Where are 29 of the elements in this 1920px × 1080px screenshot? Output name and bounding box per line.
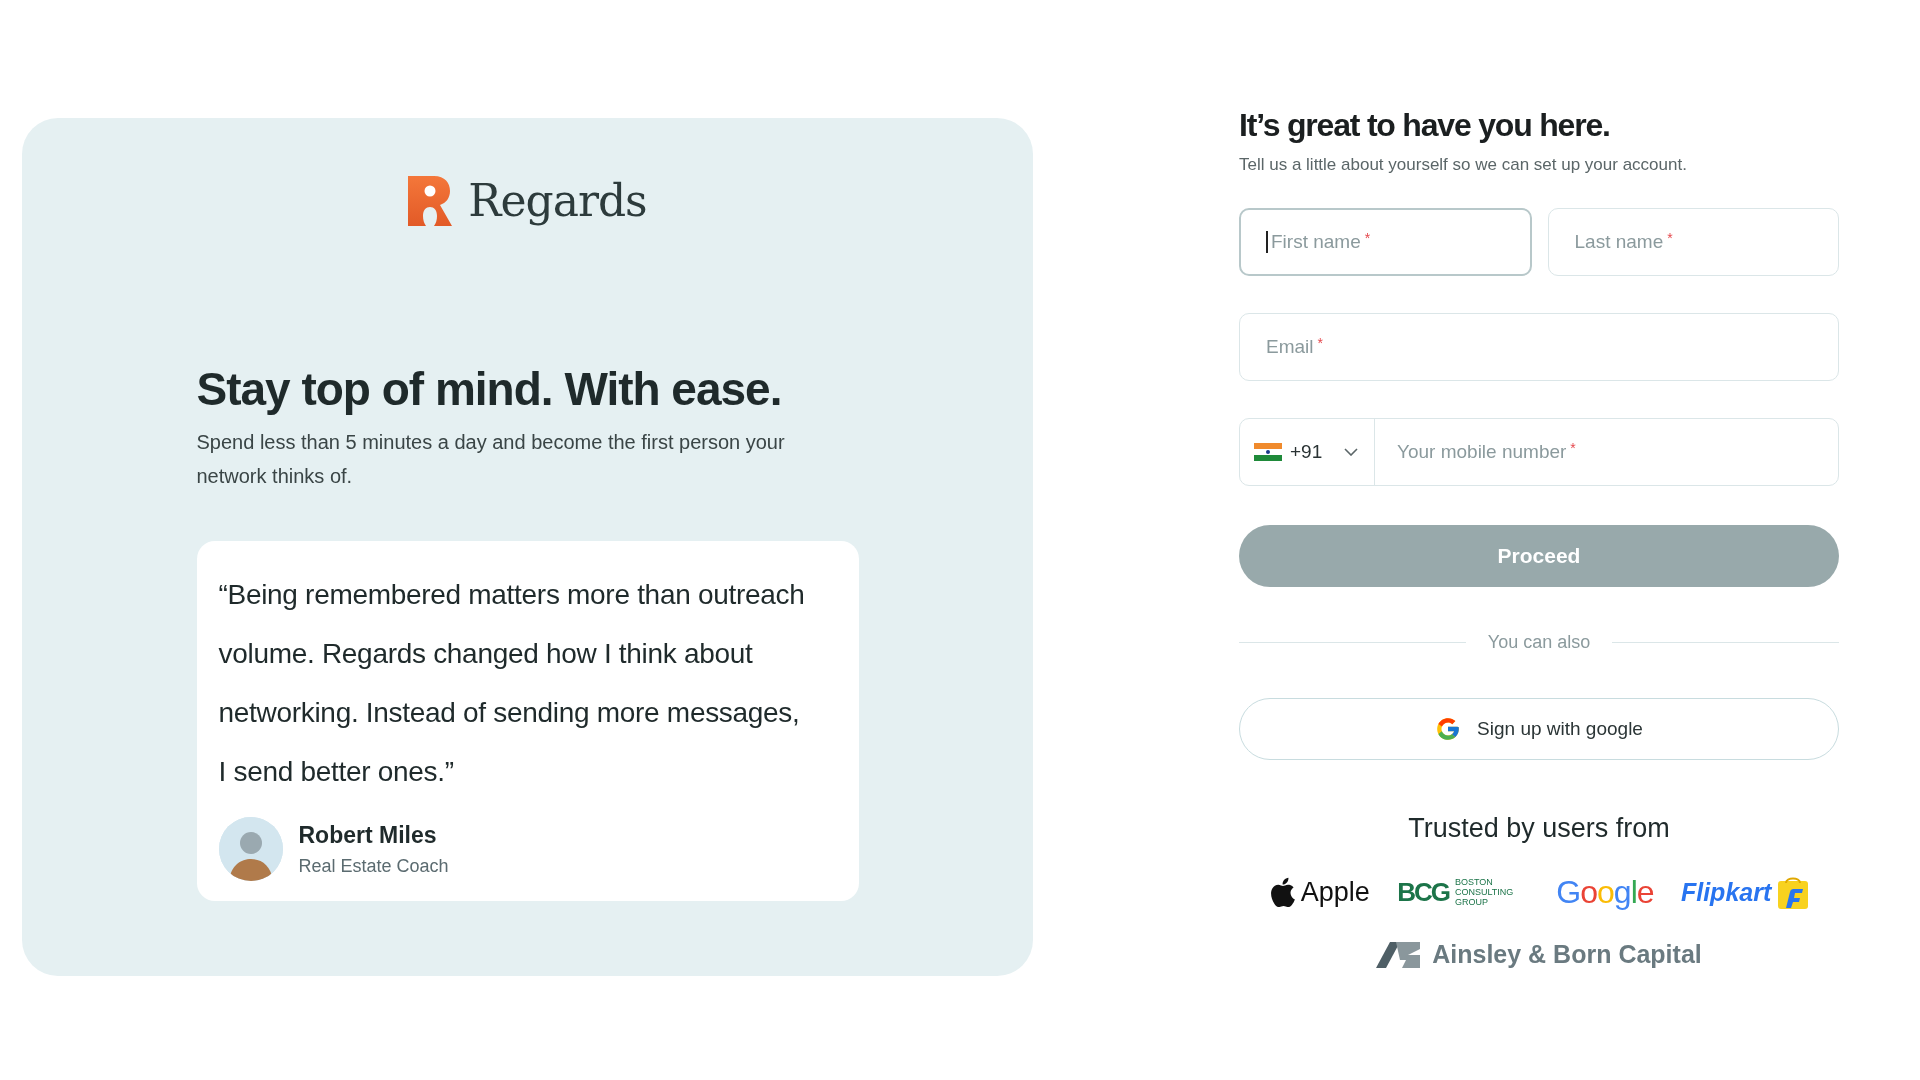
author-role: Real Estate Coach <box>298 854 449 878</box>
ainsley-wordmark: Ainsley & Born Capital <box>1432 939 1702 971</box>
author-name: Robert Miles <box>298 821 438 851</box>
testimonial-quote: “Being remembered matters more than outreach volume. Regards changed how I think about networking. Instead of sending more messages, I send better ones.” <box>218 578 806 790</box>
mobile-number-field[interactable]: Your mobile number * <box>1375 418 1838 485</box>
bcg-wordmark: BCG <box>1397 875 1449 909</box>
bcg-tagline: BOSTON CONSULTING GROUP <box>1454 877 1515 908</box>
trusted-title: Trusted by users from <box>1407 811 1671 845</box>
form-subtitle: Tell us a little about yourself so we can set up your account. <box>1239 154 1688 177</box>
flipkart-wordmark: Flipkart <box>1680 876 1772 908</box>
country-code-select[interactable]: +91 <box>1240 418 1375 485</box>
hero-subtext: Spend less than 5 minutes a day and become the first person your network thinks of. <box>196 430 786 490</box>
google-g-icon <box>1435 715 1462 742</box>
form-title: It’s great to have you here. <box>1239 106 1611 145</box>
hero-headline: Stay top of mind. With ease. <box>196 362 783 417</box>
brand-logo-icon <box>408 176 453 226</box>
first-name-field[interactable]: First name * <box>1239 207 1532 276</box>
apple-logo-icon <box>1268 877 1295 908</box>
chevron-down-icon <box>1344 447 1359 456</box>
google-wordmark: Google <box>1556 873 1654 913</box>
last-name-field[interactable]: Last name * <box>1547 207 1839 276</box>
google-signup-button[interactable]: Sign up with google <box>1239 697 1839 760</box>
email-field[interactable]: Email * <box>1239 312 1839 381</box>
monogram-logo-icon <box>1376 942 1421 969</box>
apple-wordmark: Apple <box>1300 876 1370 910</box>
flag-icon <box>1254 442 1282 461</box>
brand-name: Regards <box>468 174 647 228</box>
divider-label: You can also <box>1486 630 1592 654</box>
shopping-bag-icon <box>1777 875 1810 910</box>
